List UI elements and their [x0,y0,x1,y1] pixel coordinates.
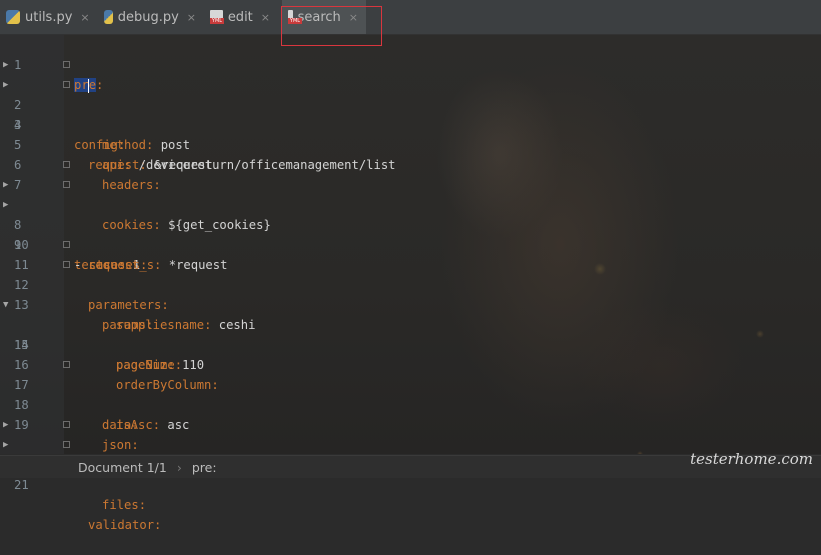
code-line: ▶ 8 testcases: [0,175,821,272]
code-text[interactable]: files: [102,495,146,515]
fold-toggle-icon[interactable] [63,61,70,68]
code-line: ▶ 9 - case: 1 [0,195,821,272]
code-line: ▶ 3 request: &request [0,75,821,172]
code-line: 16 orderByColumn: [0,335,821,392]
code-line: 19 json: [0,395,821,452]
close-icon[interactable]: × [261,11,270,24]
python-file-icon [104,10,113,24]
code-line: 7 cookies: ${get_cookies} [0,155,821,232]
python-file-icon [6,10,20,24]
editor-tab-bar: utils.py × debug.py × edit × search × [0,0,821,35]
breakpoint-arrow-icon[interactable]: ▶ [3,195,8,215]
breadcrumb-document[interactable]: Document 1/1 [78,460,167,475]
code-line: 13 suppliesname: ceshi [0,275,821,332]
breakpoint-arrow-icon[interactable]: ▶ [3,55,8,75]
tab-label: debug.py [117,9,179,25]
line-number: 21 [14,478,29,492]
code-text[interactable]: validator: [88,515,161,535]
code-line: 15 pageNum: 1 [0,315,821,372]
fold-toggle-icon[interactable] [63,421,70,428]
yaml-separator: : [138,498,147,512]
tab-label: edit [227,9,253,25]
close-icon[interactable]: × [187,11,196,24]
code-line: ▼ 14 pageSize: 10 [0,295,821,372]
fold-toggle-icon[interactable] [63,161,70,168]
code-line: 18 data: [0,375,821,432]
tab-edit[interactable]: edit × [204,0,278,34]
fold-toggle-icon[interactable] [63,261,70,268]
tab-debug-py[interactable]: debug.py × [98,0,204,34]
breakpoint-arrow-icon[interactable]: ▶ [3,415,8,435]
breakpoint-arrow-icon[interactable]: ▶ [3,175,8,195]
close-icon[interactable]: × [80,11,89,24]
fold-toggle-icon[interactable] [63,241,70,248]
fold-toggle-icon[interactable] [63,81,70,88]
fold-toggle-icon[interactable] [63,441,70,448]
tab-utils-py[interactable]: utils.py × [0,0,98,34]
code-editor[interactable]: 1 pre: ▶ 2 config: ▶ 3 request: &request… [0,35,821,532]
yaml-key: validator [88,518,155,532]
breakpoint-arrow-icon[interactable]: ▼ [3,295,8,315]
fold-toggle-icon[interactable] [63,181,70,188]
breadcrumb-path[interactable]: pre: [192,460,217,475]
code-line: 10 request_s: *request [0,215,821,272]
code-line: 17 isAsc: asc [0,355,821,432]
tab-label: utils.py [25,9,73,25]
code-line: 6 headers: [0,135,821,192]
code-line: ▶ 2 config: [0,55,821,152]
code-line: ▶ 20 files: [0,415,821,512]
code-line: 5 api: /devicereturn/officemanagement/li… [0,115,821,172]
yaml-key: files [102,498,139,512]
yaml-file-icon [210,10,224,24]
code-line: 4 method: post [0,95,821,152]
breakpoint-arrow-icon[interactable]: ▶ [3,75,8,95]
code-line: 11 parameters: [0,235,821,312]
watermark-text: testerhome.com [690,450,813,468]
code-line: 12 params: [0,255,821,332]
yaml-separator: : [154,518,162,532]
breadcrumb-separator-icon: › [176,459,182,475]
breakpoint-arrow-icon[interactable]: ▶ [3,435,8,455]
code-line: 1 pre: [0,35,821,93]
fold-toggle-icon[interactable] [63,361,70,368]
